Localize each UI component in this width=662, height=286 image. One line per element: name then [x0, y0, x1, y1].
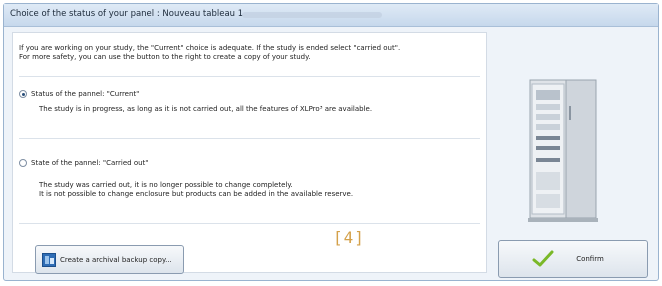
checkmark-icon — [532, 250, 554, 267]
options-panel: If you are working on your study, the "C… — [12, 32, 487, 273]
intro-text: If you are working on your study, the "C… — [19, 44, 400, 62]
cabinet-illustration — [528, 79, 598, 222]
radio-carried-out[interactable] — [19, 159, 27, 167]
enclosure-image — [524, 76, 604, 226]
status-dialog: Choice of the status of your panel : Nou… — [3, 3, 659, 281]
option-carried-out-description: The study was carried out, it is no long… — [39, 181, 353, 199]
carried-out-desc-line-1: The study was carried out, it is no long… — [39, 181, 293, 189]
option-carried-out[interactable]: State of the pannel: "Carried out" — [19, 159, 149, 167]
dialog-title: Choice of the status of your panel : Nou… — [10, 9, 244, 19]
separator — [19, 76, 480, 77]
title-bar: Choice of the status of your panel : Nou… — [4, 4, 658, 27]
separator — [19, 138, 480, 139]
confirm-button[interactable]: Confirm — [498, 240, 648, 278]
option-current-description: The study is in progress, as long as it … — [39, 105, 373, 113]
archive-button-label: Create a archival backup copy... — [60, 255, 172, 264]
create-archival-copy-button[interactable]: Create a archival backup copy... — [35, 245, 184, 274]
separator — [19, 223, 480, 224]
option-current[interactable]: Status of the pannel: "Current" — [19, 90, 139, 98]
carried-out-desc-line-2: It is not possible to change enclosure b… — [39, 190, 354, 198]
figure-caption: [4] — [333, 228, 365, 247]
intro-line-2: For more safety, you can use the button … — [19, 53, 311, 61]
radio-current[interactable] — [19, 90, 27, 98]
archive-icon — [42, 252, 56, 267]
intro-line-1: If you are working on your study, the "C… — [19, 44, 401, 52]
confirm-button-label: Confirm — [576, 255, 604, 263]
option-current-label: Status of the pannel: "Current" — [31, 90, 140, 98]
blurred-title-region — [242, 12, 382, 18]
option-carried-out-label: State of the pannel: "Carried out" — [31, 159, 149, 167]
